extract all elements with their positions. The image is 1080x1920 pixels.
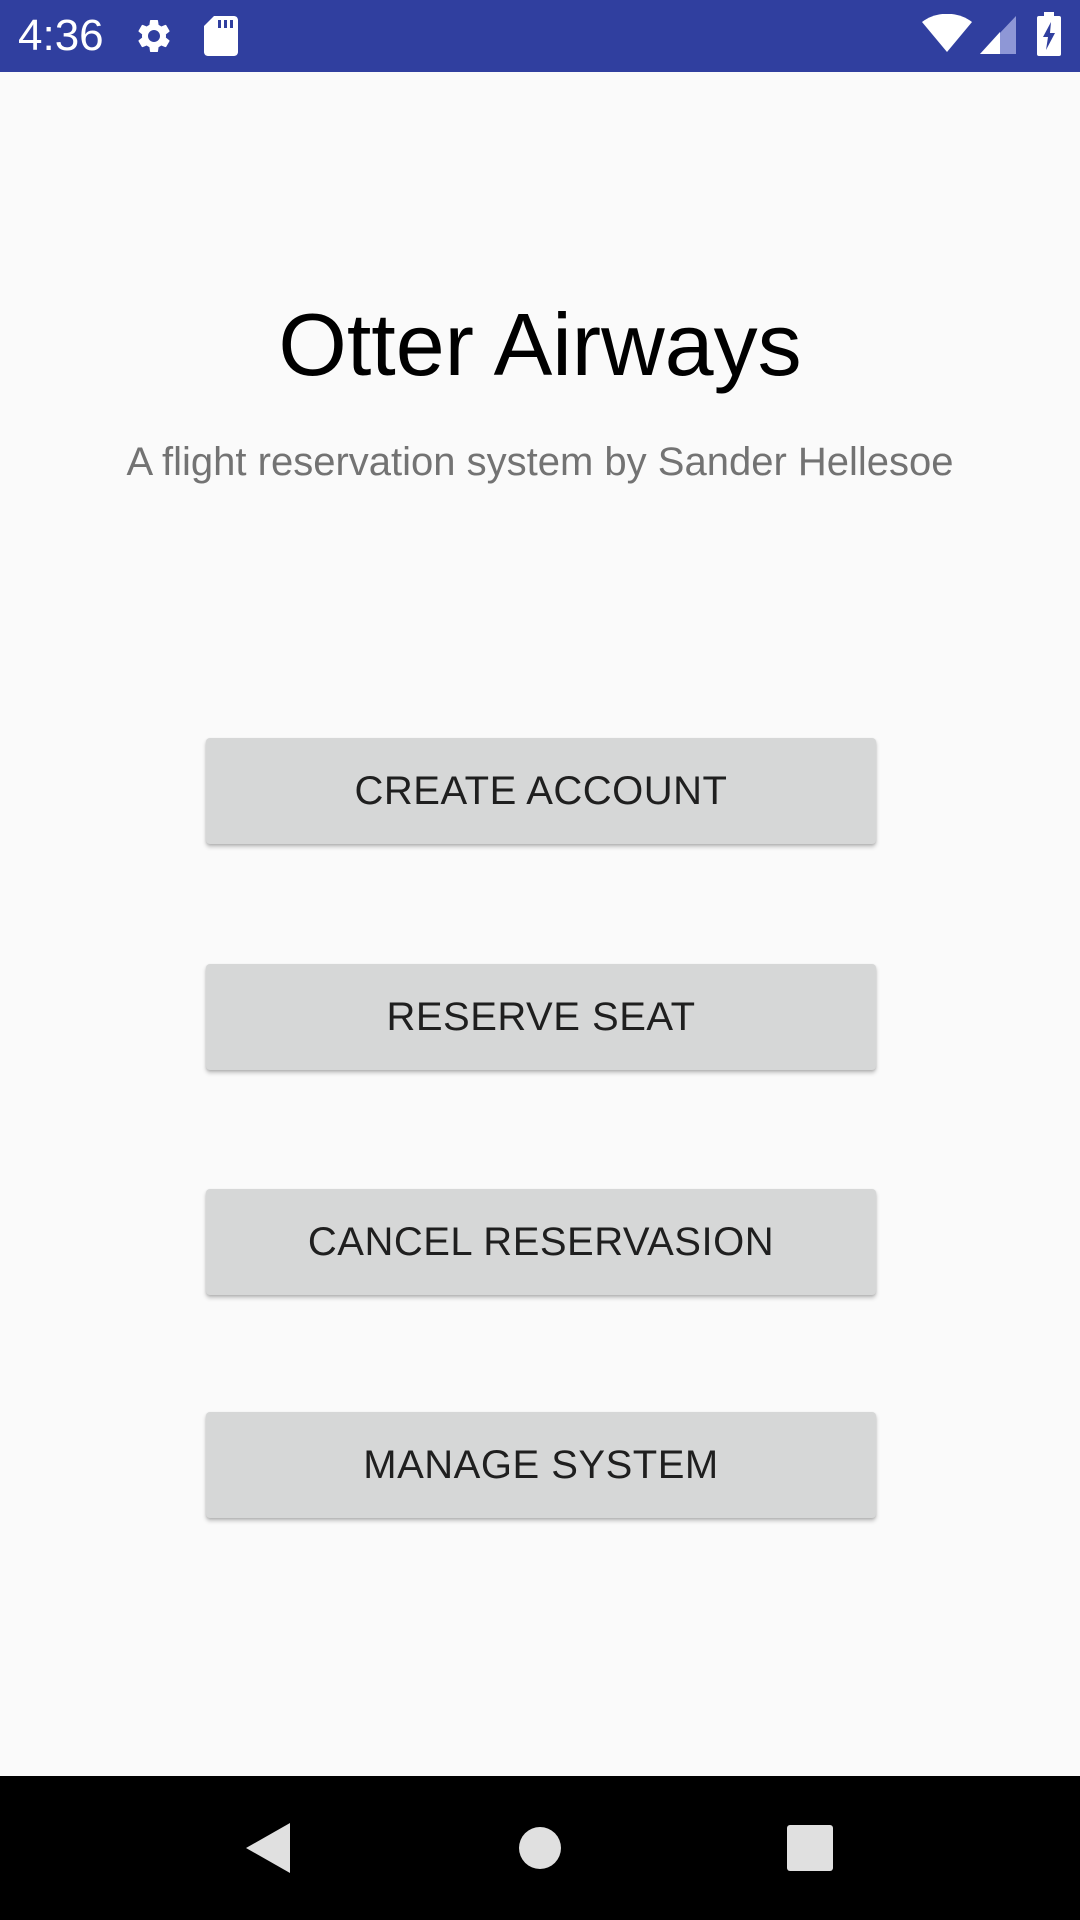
settings-icon — [134, 16, 174, 61]
reserve-seat-button[interactable]: RESERVE SEAT — [206, 964, 876, 1070]
back-icon[interactable] — [218, 1798, 318, 1898]
battery-charging-icon — [1036, 12, 1062, 61]
signal-icon — [980, 16, 1016, 59]
app-title: Otter Airways — [278, 295, 802, 394]
cancel-reservation-button[interactable]: CANCEL RESERVASION — [206, 1189, 876, 1295]
sd-card-icon — [204, 16, 238, 61]
manage-system-button[interactable]: MANAGE SYSTEM — [206, 1412, 876, 1518]
screen: 4:36 Otter Airways A flight reservation … — [0, 0, 1080, 1920]
home-icon[interactable] — [490, 1798, 590, 1898]
navigation-bar — [0, 1776, 1080, 1920]
create-account-button[interactable]: CREATE ACCOUNT — [206, 738, 876, 844]
status-time: 4:36 — [18, 11, 104, 60]
wifi-icon — [922, 13, 972, 59]
recents-icon[interactable] — [760, 1798, 860, 1898]
app-subtitle: A flight reservation system by Sander He… — [126, 440, 954, 484]
status-bar: 4:36 — [0, 0, 1080, 72]
